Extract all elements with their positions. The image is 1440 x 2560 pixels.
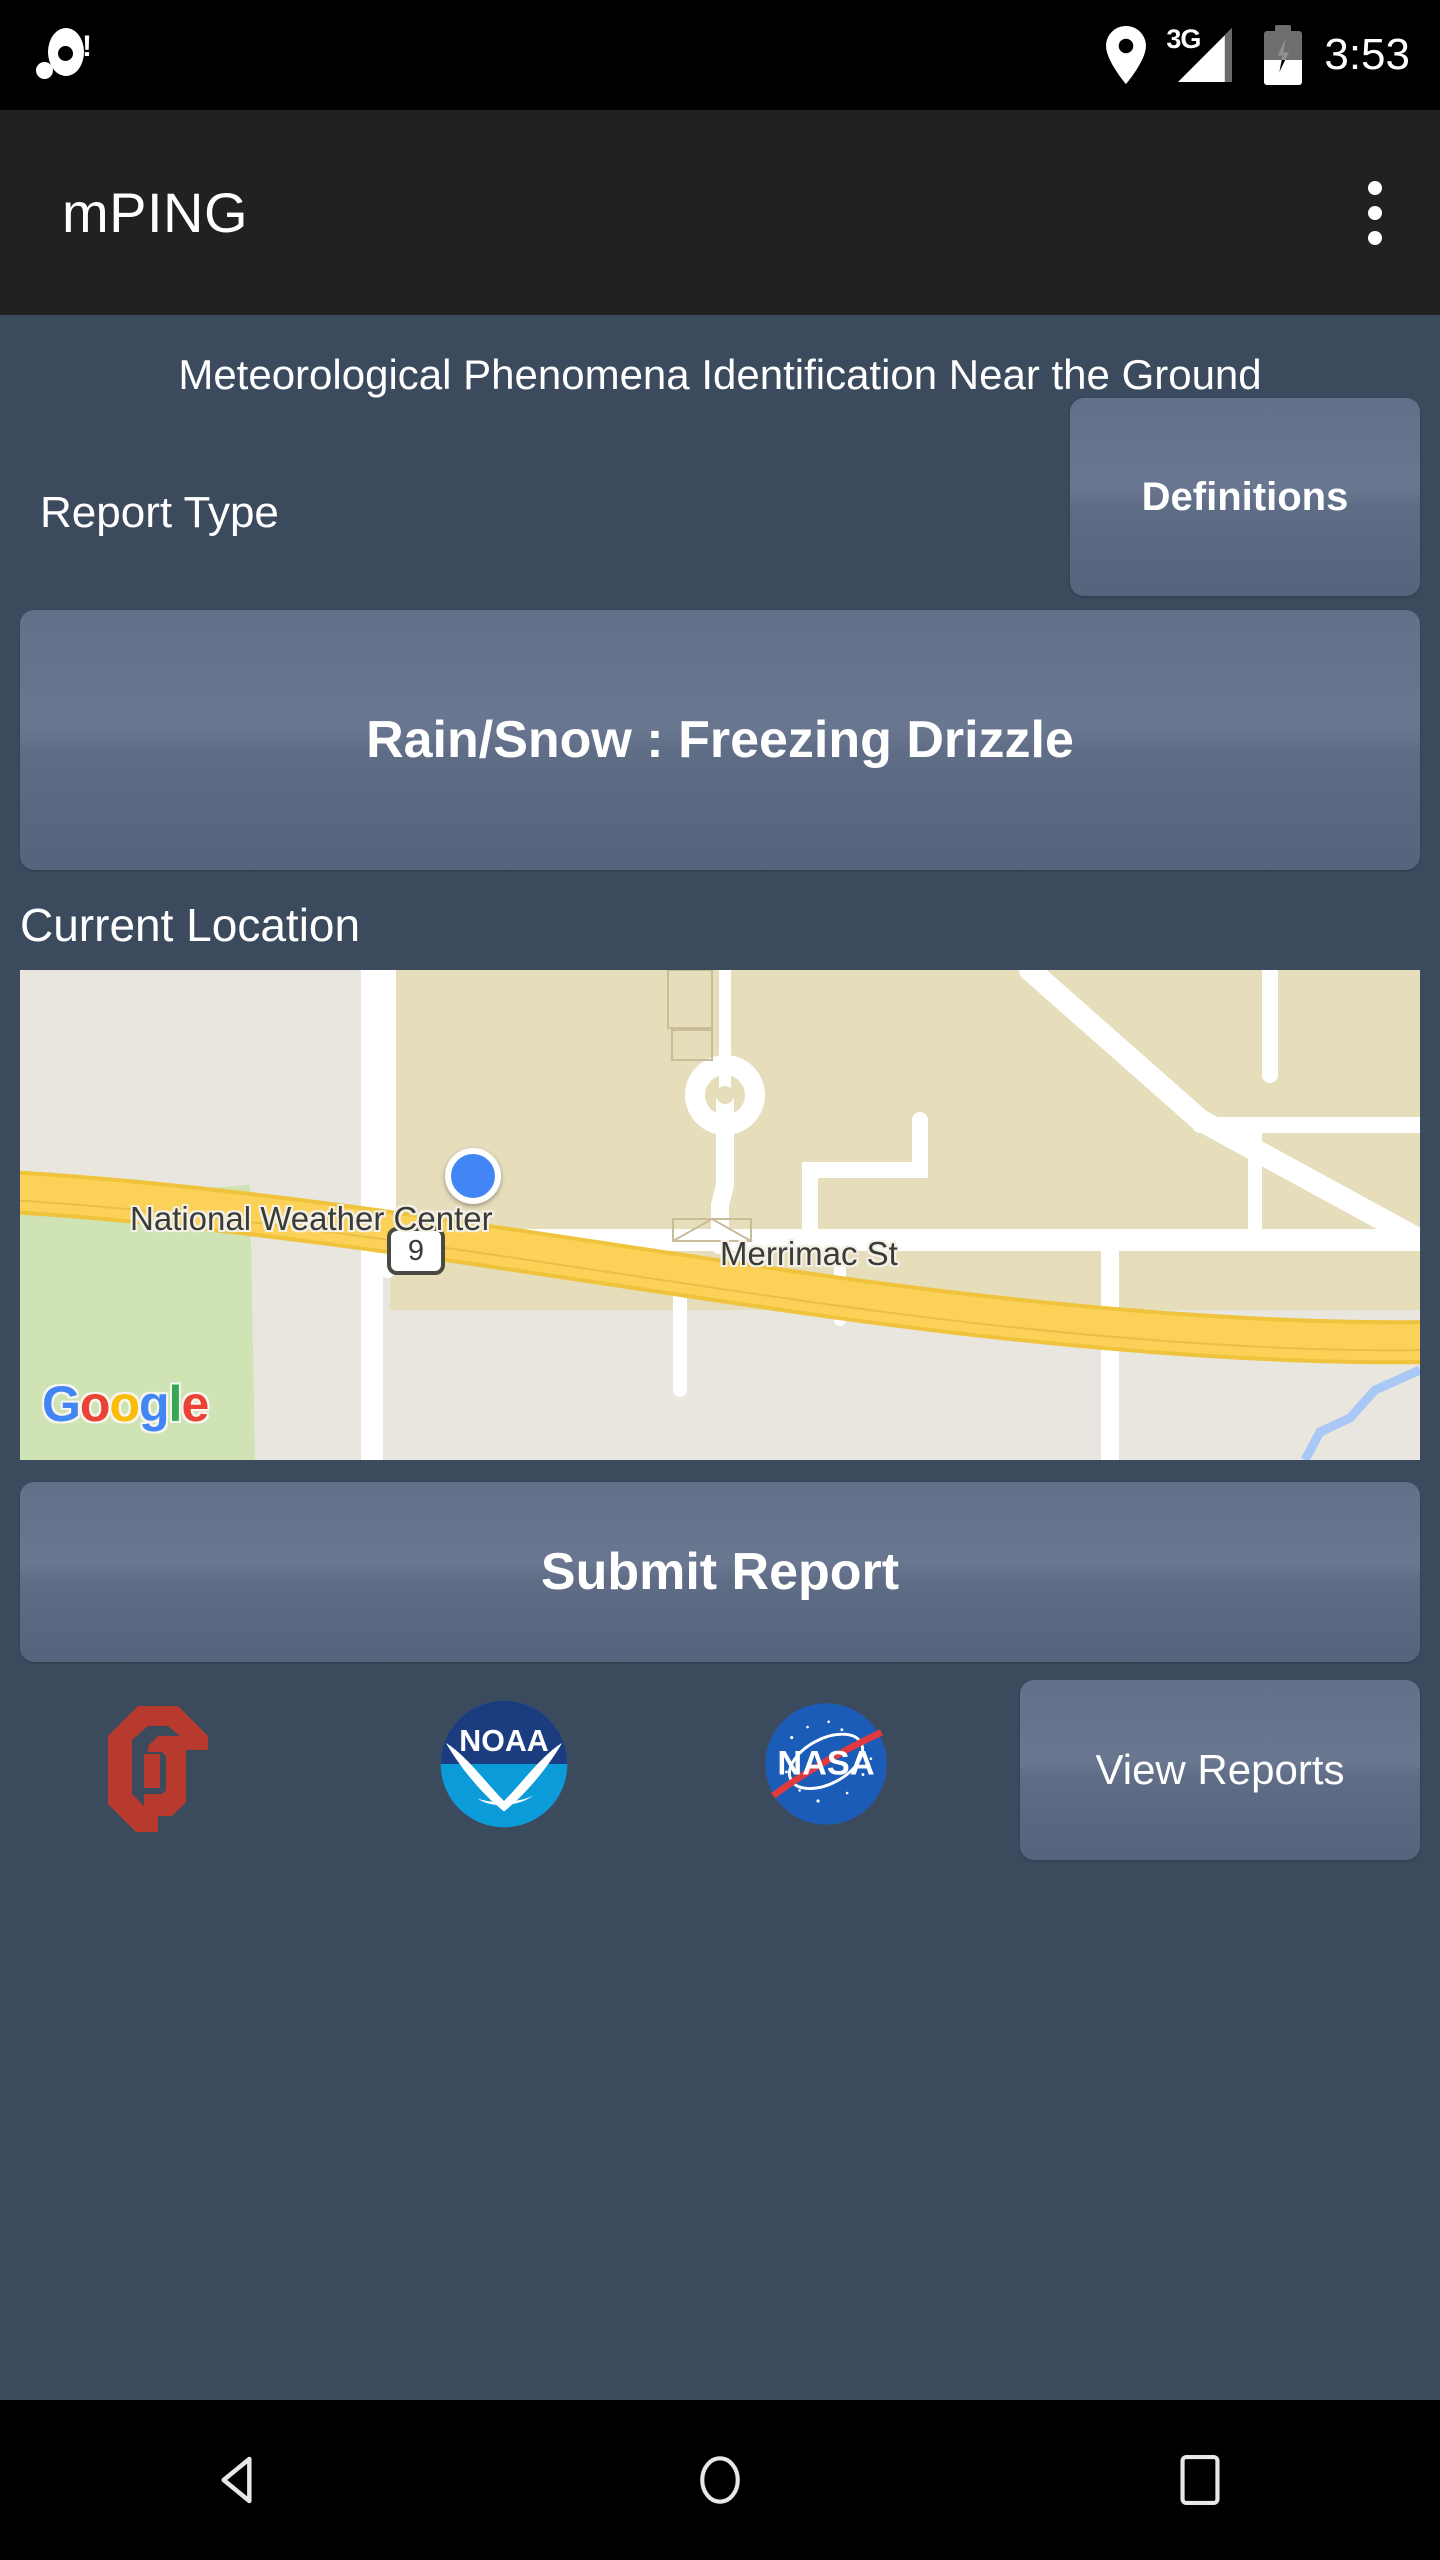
home-icon[interactable] [620, 2400, 820, 2560]
google-letter-g: G [42, 1376, 81, 1433]
status-bar: ! 3G 3:53 [0, 0, 1440, 110]
google-letter-o1: o [79, 1376, 111, 1433]
android-navigation-bar [0, 2400, 1440, 2560]
definitions-button[interactable]: Definitions [1070, 398, 1420, 597]
submit-report-button[interactable]: Submit Report [20, 1482, 1420, 1663]
map-place-label: National Weather Center [130, 1200, 493, 1238]
report-type-row: Report Type Definitions [0, 398, 1440, 610]
google-letter-l: l [168, 1376, 183, 1433]
google-letter-e: e [181, 1376, 209, 1433]
alert-bubble-icon: ! [34, 24, 92, 86]
phone-screen: ! 3G 3:53 mPING Meteorological Phenomena… [0, 0, 1440, 2560]
svg-text:NOAA: NOAA [459, 1725, 548, 1758]
status-bar-left: ! [0, 24, 92, 86]
app-title: mPING [62, 181, 249, 244]
report-type-selector[interactable]: Rain/Snow : Freezing Drizzle [20, 610, 1420, 871]
status-bar-right: 3G 3:53 [1104, 24, 1440, 86]
noaa-logo: NOAA [438, 1698, 570, 1835]
app-bar: mPING [0, 110, 1440, 315]
google-letter-o2: o [109, 1376, 140, 1433]
status-bar-clock: 3:53 [1324, 30, 1410, 79]
battery-charging-icon [1264, 25, 1303, 85]
ou-logo [100, 1698, 225, 1853]
signal-bars-icon: 3G [1166, 24, 1242, 86]
main-content: Meteorological Phenomena Identification … [0, 315, 1440, 2350]
report-type-label: Report Type [40, 488, 279, 538]
app-subtitle: Meteorological Phenomena Identification … [178, 351, 1262, 398]
back-icon[interactable] [140, 2400, 340, 2560]
location-pin-icon [1104, 26, 1148, 84]
nasa-logo: NASA [760, 1698, 892, 1835]
footer-logos: NOAA NASA View Reports [0, 1680, 1440, 1865]
view-reports-button[interactable]: View Reports [1020, 1680, 1420, 1861]
svg-text:NASA: NASA [777, 1745, 874, 1783]
map-street-label: Merrimac St [720, 1235, 898, 1273]
google-attribution-logo: Google [42, 1375, 209, 1433]
current-location-label: Current Location [20, 899, 361, 952]
current-position-dot [445, 1148, 501, 1205]
recents-icon[interactable] [1100, 2400, 1300, 2560]
overflow-menu-icon[interactable] [1368, 180, 1440, 245]
google-letter-g2: g [139, 1376, 170, 1433]
map-view[interactable]: 9 National Weather Center Merrimac St Go… [20, 970, 1420, 1461]
